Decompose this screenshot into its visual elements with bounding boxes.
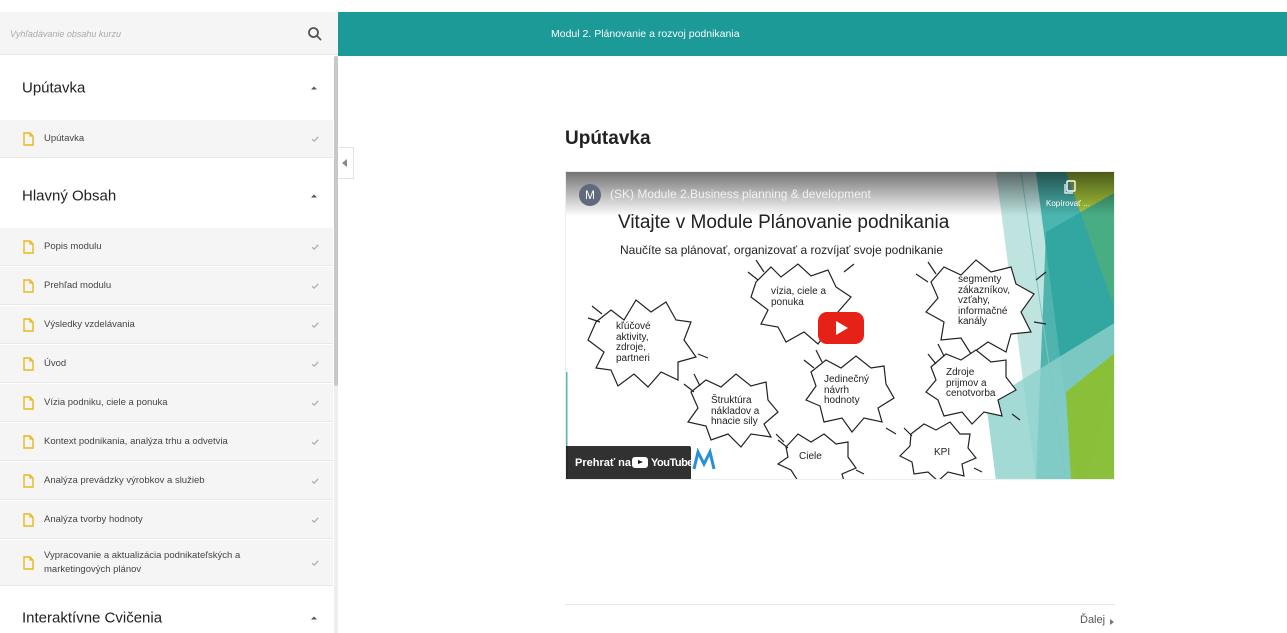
document-icon <box>23 512 34 527</box>
bubble-segments: segmenty zákazníkov, vzťahy, informačné … <box>958 274 1011 327</box>
chevron-right-icon[interactable] <box>1110 619 1114 625</box>
section-header-main-content[interactable]: Hlavný Obsah <box>0 164 333 228</box>
channel-avatar[interactable]: M <box>579 184 601 206</box>
sidebar-item-module-description[interactable]: Popis modulu <box>0 228 333 266</box>
document-icon <box>23 317 34 332</box>
page-title: Upútavka <box>565 128 651 149</box>
check-icon <box>311 243 319 250</box>
sidebar-item-operations-analysis[interactable]: Analýza prevádzky výrobkov a služieb <box>0 462 333 500</box>
play-icon <box>836 321 848 335</box>
document-icon <box>23 434 34 449</box>
bubble-kpi: KPI <box>934 447 951 458</box>
sidebar-item-teaser[interactable]: Upútavka <box>0 120 333 158</box>
sidebar-item-label: Upútavka <box>44 132 85 144</box>
sidebar-item-label: Analýza prevádzky výrobkov a služieb <box>44 474 205 486</box>
sidebar-item-introduction[interactable]: Úvod <box>0 345 333 383</box>
sidebar-item-value-creation[interactable]: Analýza tvorby hodnoty <box>0 501 333 539</box>
module-title: Modul 2. Plánovanie a rozvoj podnikania <box>551 28 740 40</box>
check-icon <box>311 282 319 289</box>
sidebar-item-label: Vypracovanie a aktualizácia podnikateľsk… <box>44 549 241 575</box>
section-header-teaser[interactable]: Upútavka <box>0 56 333 120</box>
check-icon <box>311 321 319 328</box>
chevron-up-icon[interactable] <box>309 613 319 623</box>
document-icon <box>23 278 34 293</box>
chevron-up-icon[interactable] <box>309 83 319 93</box>
check-icon <box>311 559 319 566</box>
sidebar-item-label: Úvod <box>44 357 67 369</box>
video-headline: Vitajte v Module Plánovanie podnikania <box>618 212 950 233</box>
section-title: Upútavka <box>22 79 86 97</box>
document-icon <box>23 473 34 488</box>
youtube-icon <box>632 457 648 468</box>
watch-on-youtube-button[interactable]: Prehrať na YouTube <box>566 446 693 479</box>
video-title[interactable]: (SK) Module 2.Business planning & develo… <box>610 187 871 201</box>
sidebar-item-label: Vízia podniku, ciele a ponuka <box>44 396 168 408</box>
sidebar-item-market-analysis[interactable]: Kontext podnikania, analýza trhu a odvet… <box>0 423 333 461</box>
sidebar-item-label: Kontext podnikania, analýza trhu a odvet… <box>44 435 228 447</box>
document-icon <box>23 555 34 570</box>
youtube-label: YouTube <box>651 457 693 469</box>
bubble-key-activities: kľúčové aktivity, zdroje, partneri <box>616 321 651 364</box>
check-icon <box>311 360 319 367</box>
document-icon <box>23 356 34 371</box>
sidebar-item-label: Výsledky vzdelávania <box>44 318 135 330</box>
sidebar-item-business-plans[interactable]: Vypracovanie a aktualizácia podnikateľsk… <box>0 540 333 586</box>
footer-divider <box>565 604 1115 605</box>
section-title: Interaktívne Cvičenia <box>22 609 163 627</box>
search-icon[interactable] <box>306 25 324 43</box>
bubble-cost-structure: Štruktúra nákladov a hnacie sily <box>711 395 760 427</box>
watch-on-label: Prehrať na <box>575 457 632 469</box>
chevron-left-icon <box>342 159 347 167</box>
chevron-up-icon[interactable] <box>309 191 319 201</box>
search-input[interactable] <box>0 12 300 55</box>
search-bar <box>0 12 338 55</box>
copy-icon[interactable] <box>1064 180 1078 194</box>
bubble-value-proposition: Jedinečný návrh hodnoty <box>824 374 870 406</box>
copy-link-label[interactable]: Kopírovať ... <box>1046 199 1090 208</box>
check-icon <box>311 438 319 445</box>
check-icon <box>311 516 319 523</box>
sidebar-item-label: Popis modulu <box>44 240 102 252</box>
sidebar-collapse-button[interactable] <box>338 147 354 179</box>
course-sidebar: Upútavka Upútavka Hlavný Obsah Popis mod… <box>0 12 338 633</box>
sidebar-item-label: Analýza tvorby hodnoty <box>44 513 143 525</box>
module-header: Modul 2. Plánovanie a rozvoj podnikania <box>338 12 1287 56</box>
video-player[interactable]: M (SK) Module 2.Business planning & deve… <box>565 171 1115 480</box>
sidebar-item-vision[interactable]: Vízia podniku, ciele a ponuka <box>0 384 333 422</box>
document-icon <box>23 131 34 146</box>
bubble-goals: Ciele <box>799 451 822 462</box>
video-subheadline: Naučíte sa plánovať, organizovať a rozví… <box>620 243 944 257</box>
bubble-revenue: Zdroje prijmov a cenotvorba <box>946 367 996 399</box>
sidebar-item-learning-outcomes[interactable]: Výsledky vzdelávania <box>0 306 333 344</box>
check-icon <box>311 399 319 406</box>
bubble-vision: vízia, ciele a ponuka <box>771 286 827 308</box>
section-title: Hlavný Obsah <box>22 187 117 205</box>
next-button[interactable]: Ďalej <box>1080 614 1105 626</box>
play-button[interactable] <box>818 312 864 344</box>
sidebar-item-module-overview[interactable]: Prehľad modulu <box>0 267 333 305</box>
document-icon <box>23 239 34 254</box>
scrollbar-thumb[interactable] <box>334 56 338 386</box>
document-icon <box>23 395 34 410</box>
sidebar-item-label: Prehľad modulu <box>44 279 112 291</box>
check-icon <box>311 135 319 142</box>
check-icon <box>311 477 319 484</box>
section-header-interactive-exercises[interactable]: Interaktívne Cvičenia <box>0 586 333 633</box>
